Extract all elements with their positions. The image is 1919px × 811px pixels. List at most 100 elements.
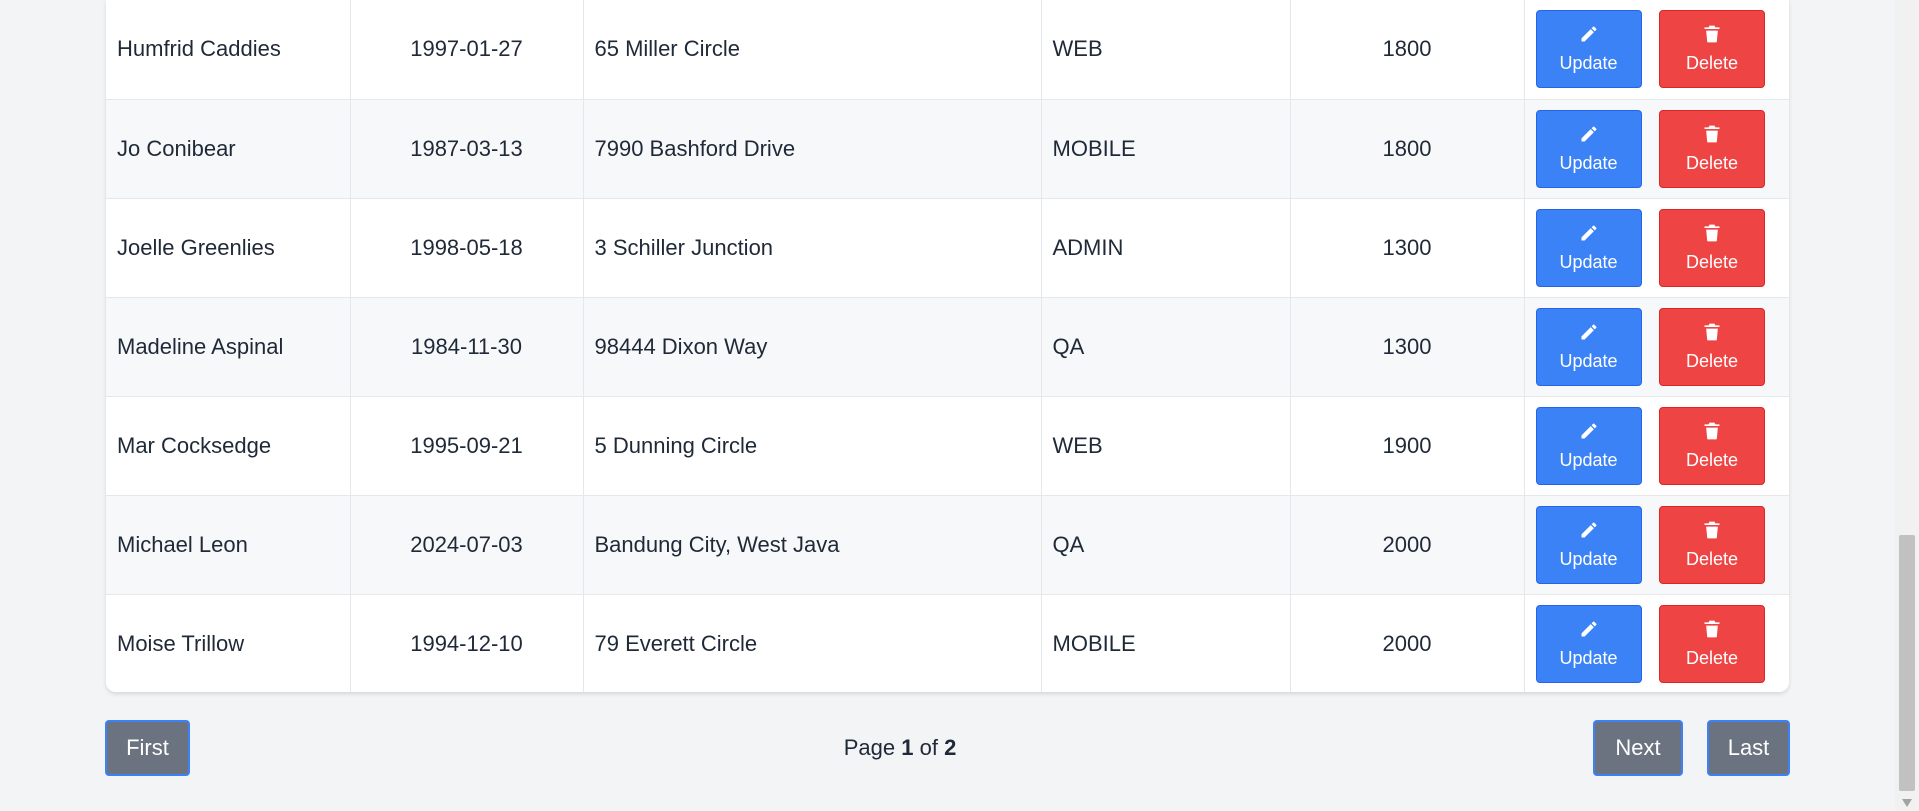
address-cell: 98444 Dixon Way: [583, 297, 1042, 397]
pencil-icon: [1579, 322, 1599, 351]
last-page-button[interactable]: Last: [1707, 720, 1790, 776]
address-cell: 7990 Bashford Drive: [583, 99, 1042, 199]
row-actions: Update Delete: [1525, 10, 1790, 89]
delete-button[interactable]: Delete: [1659, 109, 1765, 188]
salary-cell: 2000: [1290, 594, 1525, 692]
salary-cell: 1300: [1290, 198, 1525, 298]
next-page-button[interactable]: Next: [1593, 720, 1683, 776]
table-row: Humfrid Caddies 1997-01-27 65 Miller Circl…: [106, 0, 1790, 100]
salary-cell: 1300: [1290, 297, 1525, 397]
address-cell: 65 Miller Circle: [583, 0, 1042, 100]
employee-name-cell: Mar Cocksedge: [106, 396, 351, 496]
update-button-label: Update: [1559, 647, 1618, 668]
update-button[interactable]: Update: [1535, 109, 1642, 188]
birth-date-cell: 1984-11-30: [350, 297, 584, 397]
actions-cell: Update Delete: [1524, 198, 1790, 298]
first-page-button[interactable]: First: [105, 720, 190, 776]
row-actions: Update Delete: [1525, 208, 1790, 287]
pagination: First Page 1 of 2 Next Last: [0, 720, 1919, 776]
role-cell: QA: [1041, 297, 1291, 397]
update-button-label: Update: [1559, 251, 1618, 272]
trash-icon: [1702, 520, 1722, 549]
update-button[interactable]: Update: [1535, 505, 1642, 584]
delete-button[interactable]: Delete: [1659, 10, 1765, 89]
update-button[interactable]: Update: [1535, 208, 1642, 287]
address-cell: 3 Schiller Junction: [583, 198, 1042, 298]
table-row: Michael Leon 2024-07-03 Bandung City, West…: [106, 495, 1789, 595]
employee-table-card: Humfrid Caddies 1997-01-27 65 Miller Circl…: [106, 0, 1789, 692]
birth-date-cell: 1997-01-27: [350, 0, 584, 100]
scroll-down-arrow-icon[interactable]: [1895, 795, 1919, 811]
role-cell: MOBILE: [1041, 99, 1291, 199]
table-row: Jo Conibear 1987-03-13 7990 Bashford Drive…: [106, 99, 1790, 199]
pencil-icon: [1579, 421, 1599, 450]
birth-date-cell: 2024-07-03: [350, 495, 584, 595]
page-prefix: Page: [843, 735, 896, 760]
birth-date-cell: 1994-12-10: [350, 594, 584, 692]
row-actions: Update Delete: [1525, 109, 1790, 188]
vertical-scrollbar[interactable]: [1895, 0, 1919, 811]
trash-icon: [1702, 223, 1722, 252]
delete-button[interactable]: Delete: [1659, 505, 1765, 584]
row-actions: Update Delete: [1525, 307, 1790, 386]
delete-button[interactable]: Delete: [1659, 307, 1765, 386]
table-row: Mar Cocksedge 1995-09-21 5 Dunning Circle W…: [106, 396, 1790, 496]
trash-icon: [1702, 24, 1722, 53]
table-body: Humfrid Caddies 1997-01-27 65 Miller Circl…: [106, 0, 1789, 692]
scrollbar-thumb[interactable]: [1899, 535, 1915, 791]
pencil-icon: [1579, 24, 1599, 53]
employee-name-cell: Jo Conibear: [106, 99, 351, 199]
employee-table: Humfrid Caddies 1997-01-27 65 Miller Circl…: [106, 0, 1789, 692]
page-indicator: Page 1 of 2: [800, 720, 1000, 776]
update-button-label: Update: [1559, 548, 1618, 569]
total-pages: 2: [944, 735, 957, 760]
address-cell: 79 Everett Circle: [583, 594, 1042, 692]
role-cell: ADMIN: [1041, 198, 1291, 298]
delete-button-label: Delete: [1685, 548, 1739, 569]
address-cell: Bandung City, West Java: [583, 495, 1042, 595]
delete-button[interactable]: Delete: [1659, 208, 1765, 287]
birth-date-cell: 1998-05-18: [350, 198, 584, 298]
update-button[interactable]: Update: [1535, 406, 1642, 485]
trash-icon: [1702, 421, 1722, 450]
delete-button[interactable]: Delete: [1659, 604, 1765, 683]
salary-cell: 1900: [1290, 396, 1525, 496]
trash-icon: [1702, 124, 1722, 153]
pencil-icon: [1579, 124, 1599, 153]
update-button-label: Update: [1559, 449, 1618, 470]
role-cell: WEB: [1041, 396, 1291, 496]
birth-date-cell: 1987-03-13: [350, 99, 584, 199]
table-row: Moise Trillow 1994-12-10 79 Everett Circle…: [106, 594, 1789, 692]
role-cell: QA: [1041, 495, 1291, 595]
actions-cell: Update Delete: [1524, 594, 1789, 692]
employee-name-cell: Madeline Aspinal: [106, 297, 351, 397]
table-row: Joelle Greenlies 1998-05-18 3 Schiller Jun…: [106, 198, 1790, 298]
pencil-icon: [1579, 520, 1599, 549]
delete-button-label: Delete: [1685, 350, 1739, 371]
delete-button-label: Delete: [1685, 152, 1739, 173]
employee-name-cell: Michael Leon: [106, 495, 351, 595]
delete-button-label: Delete: [1685, 251, 1739, 272]
employee-name-cell: Moise Trillow: [106, 594, 351, 692]
current-page: 1: [901, 735, 914, 760]
actions-cell: Update Delete: [1524, 396, 1790, 496]
update-button-label: Update: [1559, 350, 1618, 371]
update-button[interactable]: Update: [1535, 307, 1642, 386]
employee-name-cell: Joelle Greenlies: [106, 198, 351, 298]
table-row: Madeline Aspinal 1984-11-30 98444 Dixon Wa…: [106, 297, 1790, 397]
pencil-icon: [1579, 223, 1599, 252]
update-button[interactable]: Update: [1535, 604, 1642, 683]
address-cell: 5 Dunning Circle: [583, 396, 1042, 496]
salary-cell: 1800: [1290, 0, 1525, 100]
delete-button[interactable]: Delete: [1659, 406, 1765, 485]
actions-cell: Update Delete: [1524, 99, 1790, 199]
trash-icon: [1702, 322, 1722, 351]
update-button-label: Update: [1559, 152, 1618, 173]
update-button-label: Update: [1559, 53, 1618, 74]
update-button[interactable]: Update: [1535, 10, 1642, 89]
page: Humfrid Caddies 1997-01-27 65 Miller Circl…: [0, 0, 1919, 811]
employee-name-cell: Humfrid Caddies: [106, 0, 351, 100]
delete-button-label: Delete: [1685, 53, 1739, 74]
actions-cell: Update Delete: [1524, 297, 1790, 397]
row-actions: Update Delete: [1525, 406, 1790, 485]
